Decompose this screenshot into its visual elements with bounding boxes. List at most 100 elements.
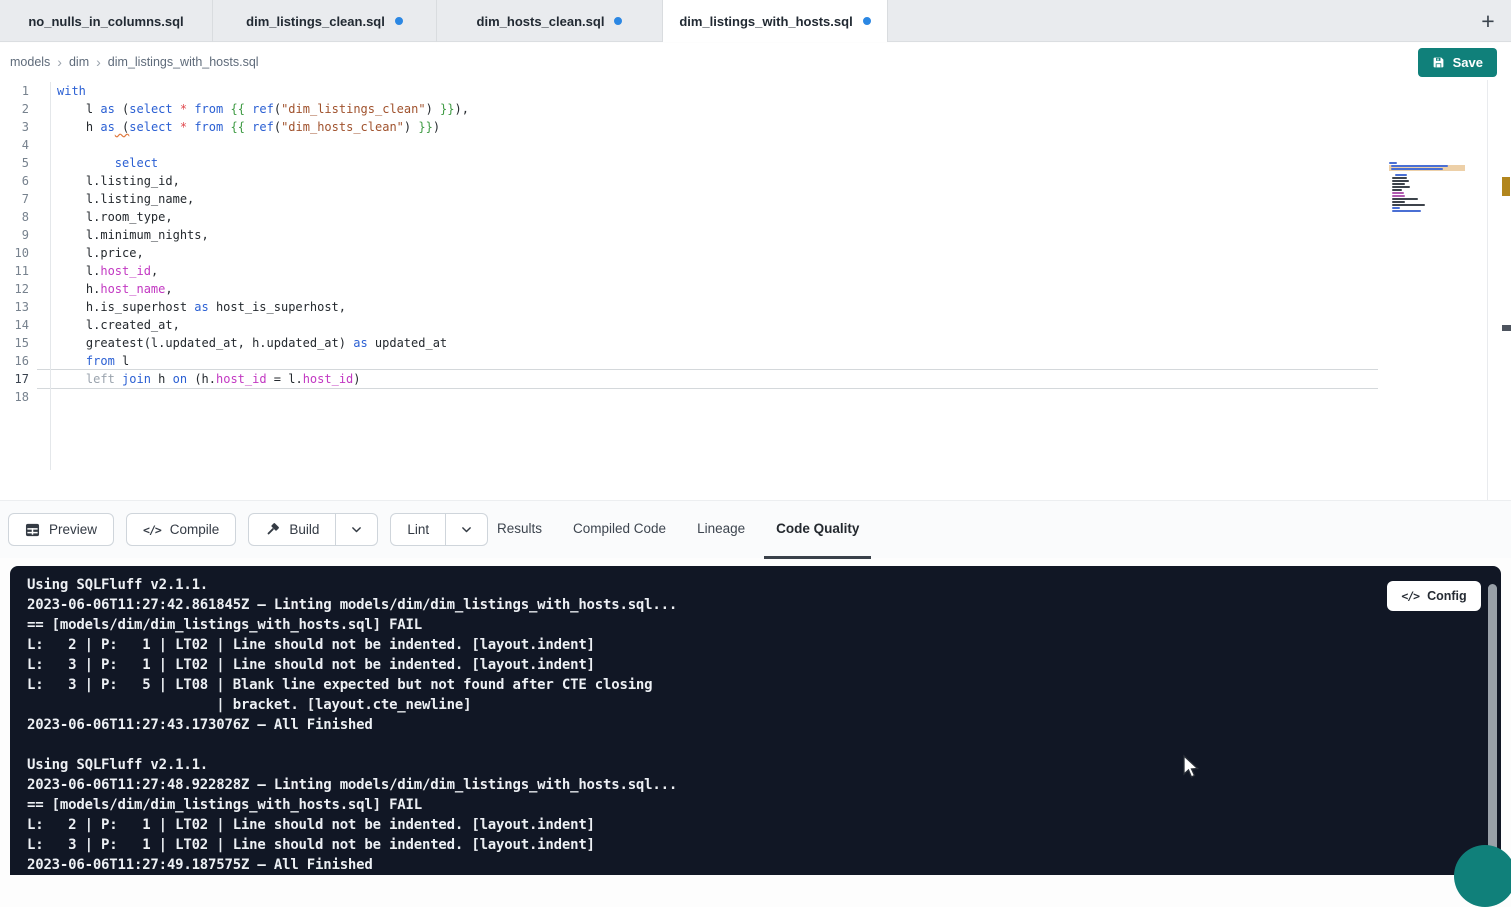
build-button-label: Build [289, 522, 319, 537]
lint-button[interactable]: Lint [390, 513, 446, 546]
code-icon: </> [143, 523, 161, 537]
code-token: ) [353, 372, 360, 386]
code-token: host_id [100, 264, 151, 278]
code-editor[interactable]: 123456789101112131415161718 with l as (s… [0, 80, 1511, 500]
code-line[interactable]: l.room_type, [57, 208, 469, 226]
code-token: ( [115, 102, 129, 116]
editor-tab-bar: no_nulls_in_columns.sql dim_listings_cle… [0, 0, 1511, 42]
code-line[interactable]: select [57, 154, 469, 172]
breadcrumb: models › dim › dim_listings_with_hosts.s… [0, 43, 1511, 80]
tab-dim-listings-clean[interactable]: dim_listings_clean.sql [213, 0, 437, 42]
code-line[interactable] [57, 136, 469, 154]
code-token: ), [454, 102, 468, 116]
tab-label: dim_listings_clean.sql [246, 14, 385, 29]
line-number[interactable]: 17 [0, 370, 44, 388]
chevron-down-icon [350, 523, 363, 536]
code-token: host_is_superhost, [209, 300, 346, 314]
help-bubble-button[interactable] [1454, 845, 1511, 907]
minimap-separator [1487, 80, 1488, 500]
code-token: ( [274, 102, 281, 116]
tab-no-nulls-in-columns[interactable]: no_nulls_in_columns.sql [0, 0, 213, 42]
table-grid-icon [25, 523, 40, 537]
breadcrumb-models[interactable]: models [10, 55, 50, 69]
line-number[interactable]: 9 [0, 226, 44, 244]
code-token: , [165, 282, 172, 296]
code-line[interactable]: l as (select * from {{ ref("dim_listings… [57, 100, 469, 118]
modified-dot-icon [614, 17, 622, 25]
tab-results[interactable]: Results [485, 501, 554, 559]
line-number[interactable]: 12 [0, 280, 44, 298]
line-number[interactable]: 13 [0, 298, 44, 316]
code-line[interactable]: with [57, 82, 469, 100]
tab-compiled-code[interactable]: Compiled Code [561, 501, 678, 559]
line-number[interactable]: 2 [0, 100, 44, 118]
build-options-button[interactable] [336, 513, 378, 546]
line-number[interactable]: 8 [0, 208, 44, 226]
compile-button[interactable]: </> Compile [126, 513, 236, 546]
code-line[interactable]: h.is_superhost as host_is_superhost, [57, 298, 469, 316]
minimap[interactable] [1389, 162, 1465, 213]
breadcrumb-file[interactable]: dim_listings_with_hosts.sql [108, 55, 259, 69]
code-token: , [151, 264, 158, 278]
code-line[interactable]: l.created_at, [57, 316, 469, 334]
line-number[interactable]: 3 [0, 118, 44, 136]
new-tab-button[interactable]: + [1465, 0, 1511, 42]
code-token: select [115, 156, 158, 170]
code-line[interactable]: l.minimum_nights, [57, 226, 469, 244]
minimap-line [1392, 195, 1405, 197]
chevron-down-icon [460, 523, 473, 536]
line-number[interactable]: 15 [0, 334, 44, 352]
editor-gutter[interactable]: 123456789101112131415161718 [0, 82, 44, 406]
line-number[interactable]: 6 [0, 172, 44, 190]
tab-code-quality[interactable]: Code Quality [764, 501, 871, 559]
plus-icon: + [1481, 8, 1494, 35]
line-number[interactable]: 14 [0, 316, 44, 334]
lint-options-button[interactable] [446, 513, 488, 546]
modified-dot-icon [863, 17, 871, 25]
line-number[interactable]: 7 [0, 190, 44, 208]
code-token [57, 354, 86, 368]
tab-lineage[interactable]: Lineage [685, 501, 757, 559]
tab-code-quality-label: Code Quality [776, 521, 859, 536]
preview-button[interactable]: Preview [8, 513, 114, 546]
code-token [173, 120, 180, 134]
code-token: l. [57, 264, 100, 278]
line-number[interactable]: 5 [0, 154, 44, 172]
code-line[interactable]: from l [57, 352, 469, 370]
tab-dim-listings-with-hosts[interactable]: dim_listings_with_hosts.sql [663, 0, 888, 42]
code-line[interactable]: left join h on (h.host_id = l.host_id) [57, 370, 469, 388]
build-button[interactable]: Build [248, 513, 336, 546]
terminal-scrollbar[interactable] [1488, 584, 1497, 875]
code-line[interactable]: l.listing_id, [57, 172, 469, 190]
terminal-line: == [models/dim/dim_listings_with_hosts.s… [27, 795, 677, 815]
minimap-line [1391, 168, 1443, 170]
code-token: as [194, 300, 208, 314]
code-token: from [86, 354, 115, 368]
line-number[interactable]: 16 [0, 352, 44, 370]
tab-dim-hosts-clean[interactable]: dim_hosts_clean.sql [437, 0, 663, 42]
save-button[interactable]: Save [1418, 48, 1497, 77]
tab-label: dim_hosts_clean.sql [477, 14, 605, 29]
minimap-line [1389, 162, 1397, 164]
code-line[interactable]: l.host_id, [57, 262, 469, 280]
breadcrumb-dim[interactable]: dim [69, 55, 89, 69]
lint-terminal-panel: Using SQLFluff v2.1.1.2023-06-06T11:27:4… [10, 566, 1501, 875]
code-line[interactable]: l.price, [57, 244, 469, 262]
code-line[interactable]: h as (select * from {{ ref("dim_hosts_cl… [57, 118, 469, 136]
tab-results-label: Results [497, 521, 542, 536]
code-token: host_name [100, 282, 165, 296]
line-number[interactable]: 11 [0, 262, 44, 280]
code-line[interactable]: h.host_name, [57, 280, 469, 298]
code-token: h. [57, 282, 100, 296]
code-token: * [180, 102, 187, 116]
line-number[interactable]: 18 [0, 388, 44, 406]
line-number[interactable]: 1 [0, 82, 44, 100]
code-line[interactable]: greatest(l.updated_at, h.updated_at) as … [57, 334, 469, 352]
code-token: ref [252, 102, 274, 116]
code-line[interactable]: l.listing_name, [57, 190, 469, 208]
line-number[interactable]: 4 [0, 136, 44, 154]
code-content[interactable]: with l as (select * from {{ ref("dim_lis… [57, 82, 469, 406]
config-button[interactable]: </> Config [1387, 581, 1481, 611]
code-line[interactable] [57, 388, 469, 406]
line-number[interactable]: 10 [0, 244, 44, 262]
